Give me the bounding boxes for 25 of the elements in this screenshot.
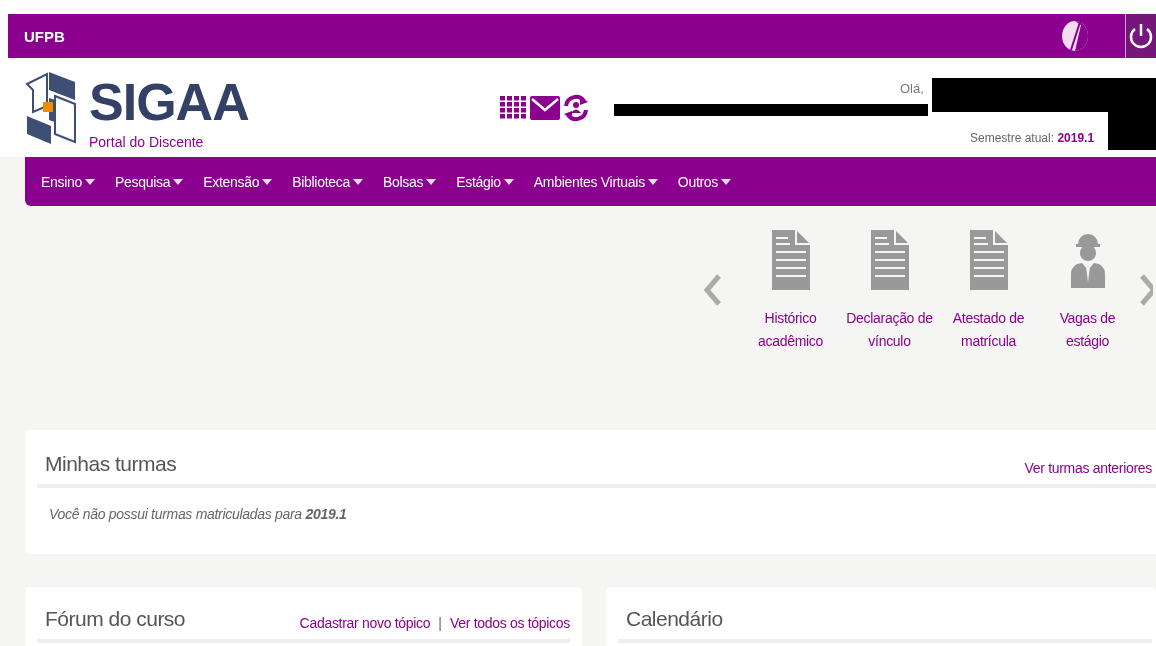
shortcut-link[interactable]: Histórico acadêmico [741, 230, 840, 353]
card-title: Calendário [626, 607, 723, 631]
menu-item[interactable]: Biblioteca [292, 173, 363, 190]
semester-text: Semestre atual: 2019.1 [970, 131, 1095, 145]
previous-classes-link[interactable]: Ver turmas anteriores [1024, 460, 1152, 476]
menu-item[interactable]: Ambientes Virtuais [533, 173, 658, 190]
shortcut-link[interactable]: Atestado de matrícula [939, 230, 1038, 353]
menu-item[interactable]: Outros [677, 173, 732, 190]
brand-name: UFPB [24, 27, 65, 45]
all-topics-link[interactable]: Ver todos os tópicos [449, 615, 570, 631]
card-title: Fórum do curso [45, 607, 186, 631]
shortcut-link[interactable]: Declaração de vínculo [840, 230, 939, 353]
menu-item[interactable]: Extensão [203, 173, 273, 190]
empty-message: Você não possui turmas matriculadas para 2019.1 [49, 506, 348, 522]
shortcut-link[interactable]: Vagas de estágio [1038, 230, 1137, 353]
menu-item[interactable]: Pesquisa [115, 173, 184, 190]
logo-text: SIGAA [89, 76, 249, 128]
menu-item[interactable]: Ensino [41, 173, 95, 190]
new-topic-link[interactable]: Cadastrar novo tópico [299, 615, 431, 631]
menu-item[interactable]: Estágio [456, 173, 514, 190]
card-title: Minhas turmas [45, 452, 177, 476]
menu-item[interactable]: Bolsas [382, 173, 437, 190]
greeting-text: Olá, [900, 81, 924, 96]
portal-subtitle: Portal do Discente [89, 134, 204, 150]
link-separator: | [438, 615, 442, 631]
